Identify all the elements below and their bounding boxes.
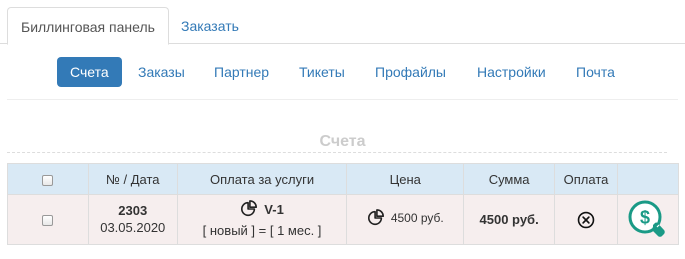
col-header-payment: Оплата (554, 163, 618, 195)
table-row: 2303 03.05.2020 V-1 [ новый ] = [ 1 мес.… (7, 194, 680, 245)
pie-chart-icon (241, 200, 258, 217)
service-name[interactable]: V-1 (264, 202, 284, 217)
invoice-date: 03.05.2020 (100, 219, 166, 235)
subnav-tickets[interactable]: Тикеты (286, 57, 358, 87)
invoice-number-date-cell: 2303 03.05.2020 (87, 194, 178, 245)
subnav-settings[interactable]: Настройки (464, 57, 559, 87)
subnav-invoices[interactable]: Счета (57, 57, 122, 87)
dashed-divider (7, 152, 667, 153)
col-header-sum: Сумма (463, 163, 556, 195)
row-checkbox[interactable] (42, 215, 54, 227)
service-cell: V-1 [ новый ] = [ 1 мес. ] (176, 194, 348, 245)
select-all-cell (7, 163, 89, 195)
pay-dollar-icon[interactable]: $ (626, 198, 670, 242)
svg-text:$: $ (640, 207, 650, 227)
select-all-checkbox[interactable] (42, 174, 54, 186)
tab-order[interactable]: Заказать (168, 7, 252, 45)
invoice-number[interactable]: 2303 (89, 203, 177, 219)
table-header-row: № / Дата Оплата за услуги Цена Сумма Опл… (7, 163, 680, 195)
service-details: [ новый ] = [ 1 мес. ] (202, 223, 322, 238)
col-header-service: Оплата за услуги (176, 163, 348, 195)
top-tab-bar: Биллинговая панель Заказать (0, 0, 685, 45)
sum-cell: 4500 руб. (463, 194, 556, 245)
divider (7, 99, 678, 100)
subnav-partner[interactable]: Партнер (201, 57, 282, 87)
sum-value: 4500 руб. (479, 212, 539, 227)
col-header-price: Цена (346, 163, 465, 195)
col-header-action (616, 163, 680, 195)
invoices-table: № / Дата Оплата за услуги Цена Сумма Опл… (7, 163, 680, 245)
col-header-number-date: № / Дата (87, 163, 178, 195)
row-select-cell (7, 194, 89, 245)
subnav-mail[interactable]: Почта (563, 57, 628, 87)
x-circle-icon (577, 211, 595, 228)
section-title: Счета (319, 133, 366, 150)
pay-action-cell: $ (616, 194, 680, 245)
tab-billing-panel[interactable]: Биллинговая панель (7, 7, 169, 45)
price-value: 4500 руб. (390, 211, 444, 225)
pie-chart-icon (367, 209, 384, 226)
subnav-profiles[interactable]: Профайлы (362, 57, 459, 87)
payment-status-cell (554, 194, 618, 245)
billing-subnav: Счета Заказы Партнер Тикеты Профайлы Нас… (0, 57, 685, 87)
subnav-orders[interactable]: Заказы (125, 57, 198, 87)
price-cell: 4500 руб. (346, 194, 465, 245)
